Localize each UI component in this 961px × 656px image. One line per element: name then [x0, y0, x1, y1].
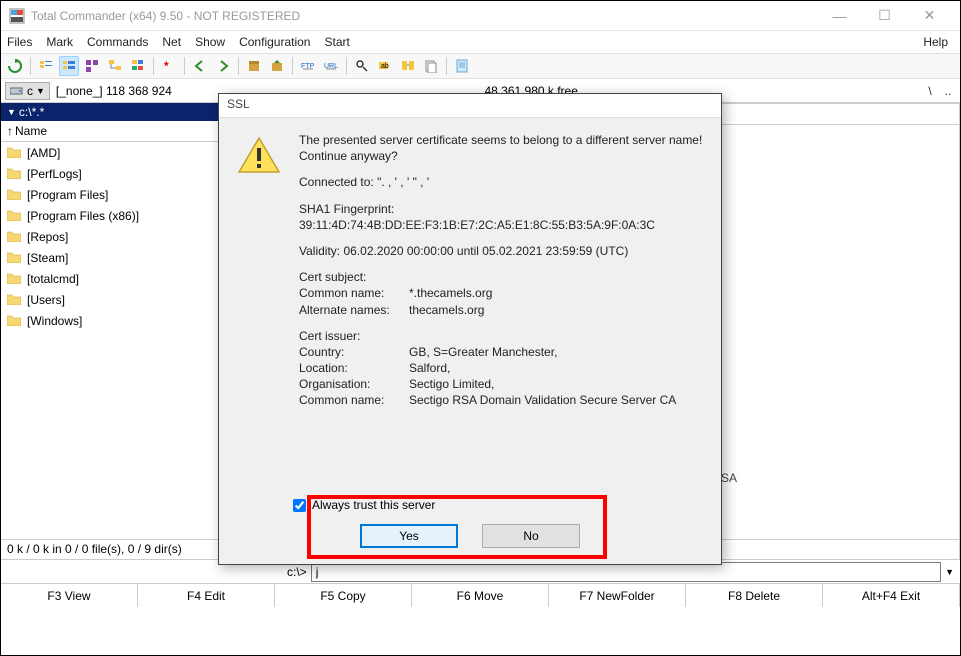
- menu-show[interactable]: Show: [195, 35, 225, 49]
- notepad-icon[interactable]: [452, 56, 472, 76]
- folder-icon: [7, 315, 21, 326]
- ssl-dialog: SSL The presented server certificate see…: [218, 93, 722, 565]
- f3-view[interactable]: F3 View: [1, 584, 138, 607]
- search-icon[interactable]: [352, 56, 372, 76]
- pack-icon[interactable]: [244, 56, 264, 76]
- menu-start[interactable]: Start: [324, 35, 349, 49]
- refresh-icon[interactable]: [5, 56, 25, 76]
- drive-selector-left[interactable]: c ▼: [5, 82, 50, 100]
- titlebar: Total Commander (x64) 9.50 - NOT REGISTE…: [1, 1, 960, 31]
- nav-up-button[interactable]: ..: [940, 84, 956, 98]
- folder-icon: [7, 189, 21, 200]
- function-keys: F3 View F4 Edit F5 Copy F6 Move F7 NewFo…: [1, 583, 960, 607]
- sync-icon[interactable]: [398, 56, 418, 76]
- altf4-exit[interactable]: Alt+F4 Exit: [823, 584, 960, 607]
- toolbar: * FTP URL ab: [1, 53, 960, 79]
- svg-text:ab: ab: [381, 63, 389, 70]
- menu-configuration[interactable]: Configuration: [239, 35, 310, 49]
- f6-move[interactable]: F6 Move: [412, 584, 549, 607]
- window-title: Total Commander (x64) 9.50 - NOT REGISTE…: [31, 9, 817, 23]
- view-brief-icon[interactable]: [36, 56, 56, 76]
- dialog-title: SSL: [219, 94, 721, 118]
- url-icon[interactable]: URL: [321, 56, 341, 76]
- all-files-icon[interactable]: [128, 56, 148, 76]
- no-button[interactable]: No: [482, 524, 580, 548]
- folder-icon: [7, 273, 21, 284]
- invert-icon[interactable]: *: [159, 56, 179, 76]
- menu-mark[interactable]: Mark: [46, 35, 73, 49]
- folder-icon: [7, 147, 21, 158]
- rename-icon[interactable]: ab: [375, 56, 395, 76]
- folder-icon: [7, 210, 21, 221]
- menu-help[interactable]: Help: [923, 35, 948, 49]
- folder-icon: [7, 252, 21, 263]
- cmd-prompt: c:\>: [287, 565, 307, 579]
- nav-root-button[interactable]: \: [922, 84, 938, 98]
- f4-edit[interactable]: F4 Edit: [138, 584, 275, 607]
- minimize-button[interactable]: —: [817, 1, 862, 31]
- warning-icon: [237, 136, 281, 176]
- drive-info-left: [_none_] 118 368 924: [56, 84, 172, 98]
- always-trust-checkbox[interactable]: [293, 499, 306, 512]
- drive-icon: [10, 85, 24, 96]
- menu-net[interactable]: Net: [162, 35, 181, 49]
- always-trust-label: Always trust this server: [312, 498, 435, 512]
- f5-copy[interactable]: F5 Copy: [275, 584, 412, 607]
- svg-text:*: *: [164, 59, 169, 73]
- f7-newfolder[interactable]: F7 NewFolder: [549, 584, 686, 607]
- ftp-icon[interactable]: FTP: [298, 56, 318, 76]
- f8-delete[interactable]: F8 Delete: [686, 584, 823, 607]
- maximize-button[interactable]: ☐: [862, 1, 907, 31]
- folder-icon: [7, 231, 21, 242]
- folder-icon: [7, 294, 21, 305]
- view-full-icon[interactable]: [59, 56, 79, 76]
- unpack-icon[interactable]: [267, 56, 287, 76]
- folder-icon: [7, 168, 21, 179]
- copy-names-icon[interactable]: [421, 56, 441, 76]
- menu-commands[interactable]: Commands: [87, 35, 148, 49]
- menu-files[interactable]: Files: [7, 35, 32, 49]
- view-thumbs-icon[interactable]: [82, 56, 102, 76]
- close-button[interactable]: ✕: [907, 1, 952, 31]
- back-icon[interactable]: [190, 56, 210, 76]
- menubar: Files Mark Commands Net Show Configurati…: [1, 31, 960, 53]
- forward-icon[interactable]: [213, 56, 233, 76]
- yes-button[interactable]: Yes: [360, 524, 458, 548]
- app-icon: [9, 8, 25, 24]
- tree-icon[interactable]: [105, 56, 125, 76]
